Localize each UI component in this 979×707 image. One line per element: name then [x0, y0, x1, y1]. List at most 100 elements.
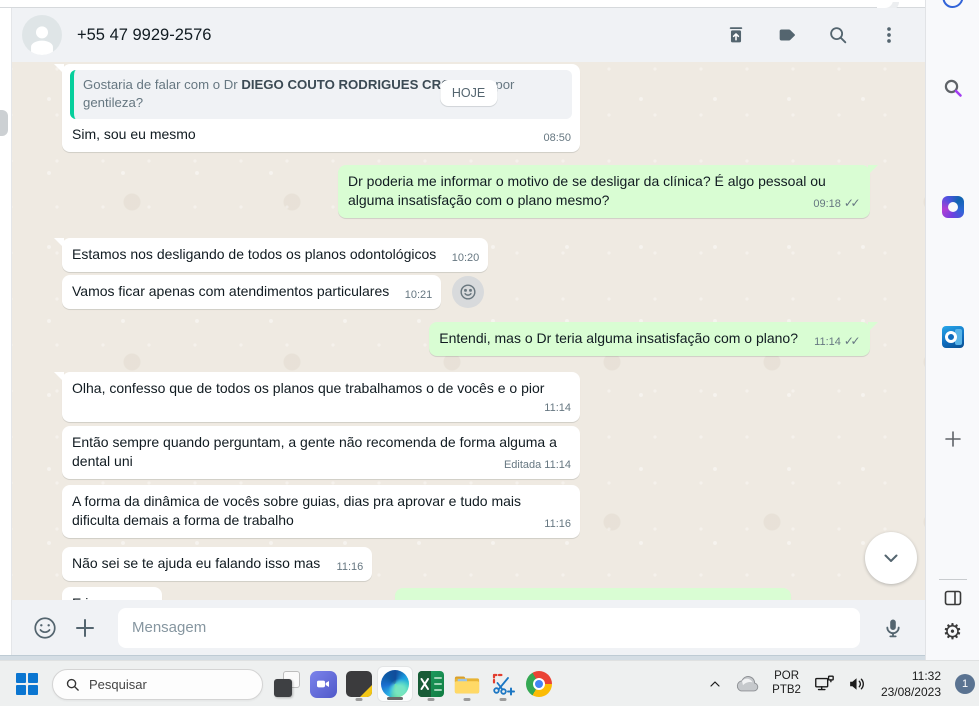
volume-icon[interactable] [844, 671, 870, 697]
read-ticks-icon: ✓✓ [843, 334, 861, 348]
contact-avatar[interactable] [22, 15, 62, 55]
message-time: 09:18 [813, 198, 841, 210]
message-time: 11:16 [336, 561, 364, 573]
running-indicator [463, 698, 471, 701]
folder-icon [454, 676, 480, 694]
taskbar-right: POR PTB2 11:32 23/08/2023 1 [705, 661, 975, 707]
delete-icon[interactable] [724, 23, 748, 47]
chat-list-panel-edge [0, 8, 12, 655]
chat-list-scrollbar-thumb[interactable] [0, 110, 8, 136]
notes-app-icon [346, 671, 372, 697]
label-icon[interactable] [775, 23, 799, 47]
message-bubble-incoming[interactable]: Então sempre quando perguntam, a gente n… [62, 426, 580, 479]
message-bubble-outgoing[interactable]: Dr poderia me informar o motivo de se de… [338, 165, 878, 218]
chevron-down-icon [884, 554, 898, 562]
clock[interactable]: 11:32 23/08/2023 [877, 668, 945, 700]
message-text: Não sei se te ajuda eu falando isso mas [72, 555, 321, 571]
scroll-to-bottom-button[interactable] [865, 532, 917, 584]
message-text: Sim, sou eu mesmo [72, 126, 196, 142]
running-indicator [499, 698, 507, 701]
edge-button[interactable] [377, 666, 413, 702]
notification-badge[interactable]: 1 [955, 674, 975, 694]
message-text: Entendi, mas o Dr teria alguma insatisfa… [439, 330, 798, 346]
message-row: Vamos ficar apenas com atendimentos part… [62, 275, 870, 309]
language-line1: POR [774, 670, 800, 683]
search-icon [66, 678, 79, 691]
task-view-button[interactable] [269, 666, 305, 702]
message-text: E isso [72, 595, 110, 600]
message-input[interactable] [118, 607, 860, 648]
message-meta: Editada 11:14 [504, 456, 571, 475]
message-bubble-incoming[interactable]: Olha, confesso que de todos os planos qu… [54, 372, 580, 422]
message-text: A forma da dinâmica de vocês sobre guias… [72, 493, 522, 528]
network-icon[interactable] [811, 671, 837, 697]
snipping-tool-button[interactable] [485, 666, 521, 702]
message-text: Vamos ficar apenas com atendimentos part… [72, 283, 390, 299]
teams-chat-button[interactable] [305, 666, 341, 702]
read-ticks-icon: ✓✓ [843, 196, 861, 210]
attach-plus-icon[interactable] [70, 613, 100, 643]
language-indicator[interactable]: POR PTB2 [769, 670, 804, 698]
taskbar-left: Pesquisar [12, 661, 557, 707]
windows-logo-icon [16, 673, 38, 695]
contact-title[interactable]: +55 47 9929-2576 [77, 26, 724, 45]
taskbar-search[interactable]: Pesquisar [52, 668, 263, 700]
message-bubble-incoming[interactable]: A forma da dinâmica de vocês sobre guias… [62, 485, 580, 538]
menu-kebab-icon[interactable] [877, 23, 901, 47]
outlook-icon[interactable] [941, 326, 964, 348]
sidebar-divider [939, 579, 967, 580]
excel-button[interactable] [413, 666, 449, 702]
chrome-button[interactable] [521, 666, 557, 702]
composer-bar [12, 600, 925, 655]
clock-date: 23/08/2023 [880, 685, 941, 699]
message-time: 11:14 [544, 459, 571, 471]
edited-label: Editada [503, 459, 542, 471]
notes-app-button[interactable] [341, 666, 377, 702]
task-view-icon [274, 671, 300, 697]
sidebar-search-icon[interactable] [942, 77, 964, 104]
snipping-tool-icon [492, 673, 515, 696]
whatsapp-window: +55 47 9929-2576 HOJE Gostaria de falar … [12, 8, 925, 655]
message-bubble-incoming[interactable]: Não sei se te ajuda eu falando isso mas … [62, 547, 373, 581]
sidebar-add-icon[interactable] [943, 429, 963, 454]
copilot-scribble-icon[interactable] [942, 0, 963, 8]
split-screen-icon[interactable] [943, 588, 963, 613]
emoji-icon[interactable] [30, 613, 60, 643]
tray-chevron-icon[interactable] [705, 674, 725, 694]
partial-outgoing-bubble[interactable] [395, 588, 791, 600]
windows-taskbar: Pesquisar POR PTB2 11:32 23/08/2023 1 [0, 660, 979, 706]
message-time: 11:14 [814, 336, 841, 348]
message-bubble-incoming[interactable]: Estamos nos desligando de todos os plano… [53, 238, 489, 272]
search-icon[interactable] [826, 23, 850, 47]
message-time: 11:16 [544, 518, 571, 530]
mic-icon[interactable] [878, 613, 908, 643]
message-bubble-incoming[interactable]: Vamos ficar apenas com atendimentos part… [62, 275, 442, 309]
edge-icon [381, 670, 409, 698]
message-bubble-outgoing[interactable]: Entendi, mas o Dr teria alguma insatisfa… [429, 322, 878, 356]
outlook-o [944, 331, 957, 343]
message-bubble-incoming[interactable]: Gostaria de falar com o Dr DIEGO COUTO R… [54, 64, 580, 152]
file-explorer-button[interactable] [449, 666, 485, 702]
browser-toolbar-edge [0, 0, 925, 8]
screen: +55 47 9929-2576 HOJE Gostaria de falar … [0, 0, 979, 706]
teams-chat-icon [309, 670, 337, 698]
microsoft365-icon[interactable] [941, 196, 964, 218]
start-button[interactable] [12, 666, 42, 702]
message-time: 10:20 [451, 252, 480, 264]
message-text: Olha, confesso que de todos os planos qu… [72, 380, 545, 396]
message-bubble-incoming[interactable]: E isso 11:16 [62, 587, 163, 600]
taskbar-search-label: Pesquisar [89, 676, 147, 692]
settings-gear-icon[interactable]: ⚙ [943, 622, 963, 644]
message-text: Então sempre quando perguntam, a gente n… [72, 434, 557, 469]
date-divider: HOJE [439, 80, 498, 106]
message-time: 11:16 [126, 598, 153, 600]
react-emoji-button[interactable] [452, 276, 485, 308]
onedrive-icon[interactable] [732, 673, 762, 695]
clock-time: 11:32 [911, 668, 941, 683]
message-meta: 09:18 ✓✓ [813, 194, 861, 214]
running-indicator [355, 698, 363, 701]
chat-header: +55 47 9929-2576 [12, 8, 925, 62]
chrome-icon [526, 671, 552, 697]
running-indicator [427, 698, 435, 701]
running-indicator [387, 697, 403, 700]
